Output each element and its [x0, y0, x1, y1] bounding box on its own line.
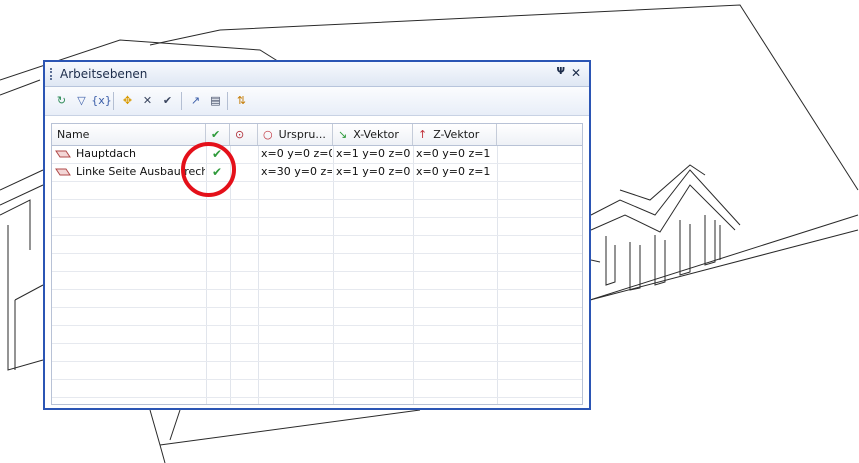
toolbar-separator [113, 92, 114, 110]
column-header-label: X-Vektor [353, 128, 399, 141]
x-vector-icon: ↘ [338, 128, 348, 141]
drag-grip-icon[interactable] [50, 68, 54, 80]
close-icon[interactable]: ✕ [571, 66, 581, 80]
x-vector-cell[interactable]: x=1 y=0 z=0 [336, 163, 412, 181]
column-header-label: Name [57, 128, 90, 141]
table-header: Name ✔ ⊙ ○ Urspru... ↘ X-Vektor ↑ Z-Vektor [52, 124, 582, 146]
origin-cell[interactable]: x=30 y=0 z=0 [261, 163, 332, 181]
grid-row-line [52, 379, 582, 380]
z-vector-cell[interactable]: x=0 y=0 z=1 [416, 145, 496, 163]
toolbar-separator [181, 92, 182, 110]
grid-row-line [52, 307, 582, 308]
z-vector-icon: ↑ [418, 128, 428, 141]
column-header-zoom[interactable]: ⊙ [230, 124, 258, 145]
grid-row-line [52, 271, 582, 272]
delete-icon[interactable]: ✕ [139, 92, 156, 109]
table-row[interactable]: Linke Seite Ausbau rechts✔x=30 y=0 z=0x=… [52, 163, 582, 181]
sort-icon[interactable]: ⇅ [233, 92, 250, 109]
panel-titlebar[interactable]: Arbeitsebenen Ψ ✕ [45, 62, 589, 87]
origin-cell[interactable]: x=0 y=0 z=0 [261, 145, 332, 163]
apply-icon[interactable]: ✔ [159, 92, 176, 109]
column-header-label: Z-Vektor [433, 128, 480, 141]
plane-name: Hauptdach [76, 147, 137, 160]
pin-icon[interactable]: Ψ [557, 66, 566, 77]
highlight-circle [181, 142, 236, 197]
grid-row-line [52, 343, 582, 344]
grid-row-line [52, 181, 582, 182]
column-header-urspru[interactable]: ○ Urspru... [258, 124, 333, 145]
work-planes-table: Name ✔ ⊙ ○ Urspru... ↘ X-Vektor ↑ Z-Vektor Haupt… [51, 123, 583, 405]
grid-row-line [52, 397, 582, 398]
properties-icon[interactable]: ▤ [207, 92, 224, 109]
grid-row-line [52, 325, 582, 326]
work-plane-icon [55, 150, 71, 158]
filter-icon[interactable]: ▽ [73, 92, 90, 109]
panel-toolbar: ↻ ▽ {x} ✥ ✕ ✔ ↗ ▤ ⇅ [45, 87, 589, 116]
zoom-icon: ⊙ [235, 128, 245, 141]
z-vector-cell[interactable]: x=0 y=0 z=1 [416, 163, 496, 181]
select-icon[interactable]: ↗ [187, 92, 204, 109]
grid-row-line [52, 199, 582, 200]
column-header-name[interactable]: Name [52, 124, 206, 145]
new-plane-icon[interactable]: ✥ [119, 92, 136, 109]
column-header-label: Urspru... [278, 128, 326, 141]
refresh-icon[interactable]: ↻ [53, 92, 70, 109]
grid-row-line [52, 253, 582, 254]
table-row[interactable]: Hauptdach ✔ x=0 y=0 z=0 x=1 y=0 z=0 x=0 y=0 … [52, 145, 582, 163]
grid-row-line [52, 217, 582, 218]
variables-icon[interactable]: {x} [91, 92, 112, 109]
panel-title: Arbeitsebenen [60, 67, 148, 81]
x-vector-cell[interactable]: x=1 y=0 z=0 [336, 145, 412, 163]
origin-icon: ○ [263, 128, 273, 141]
grid-row-line [52, 289, 582, 290]
work-plane-icon [55, 168, 71, 176]
work-planes-panel: Arbeitsebenen Ψ ✕ ↻ ▽ {x} ✥ ✕ ✔ ↗ ▤ ⇅ Name ✔ ⊙ ○ Urs… [43, 60, 591, 410]
column-header-xvektor[interactable]: ↘ X-Vektor [333, 124, 413, 145]
grid-row-line [52, 235, 582, 236]
column-header-zvektor[interactable]: ↑ Z-Vektor [413, 124, 497, 145]
grid-row-line [52, 361, 582, 362]
column-header-empty [497, 124, 582, 145]
active-check-icon: ✔ [211, 128, 221, 141]
toolbar-separator [227, 92, 228, 110]
